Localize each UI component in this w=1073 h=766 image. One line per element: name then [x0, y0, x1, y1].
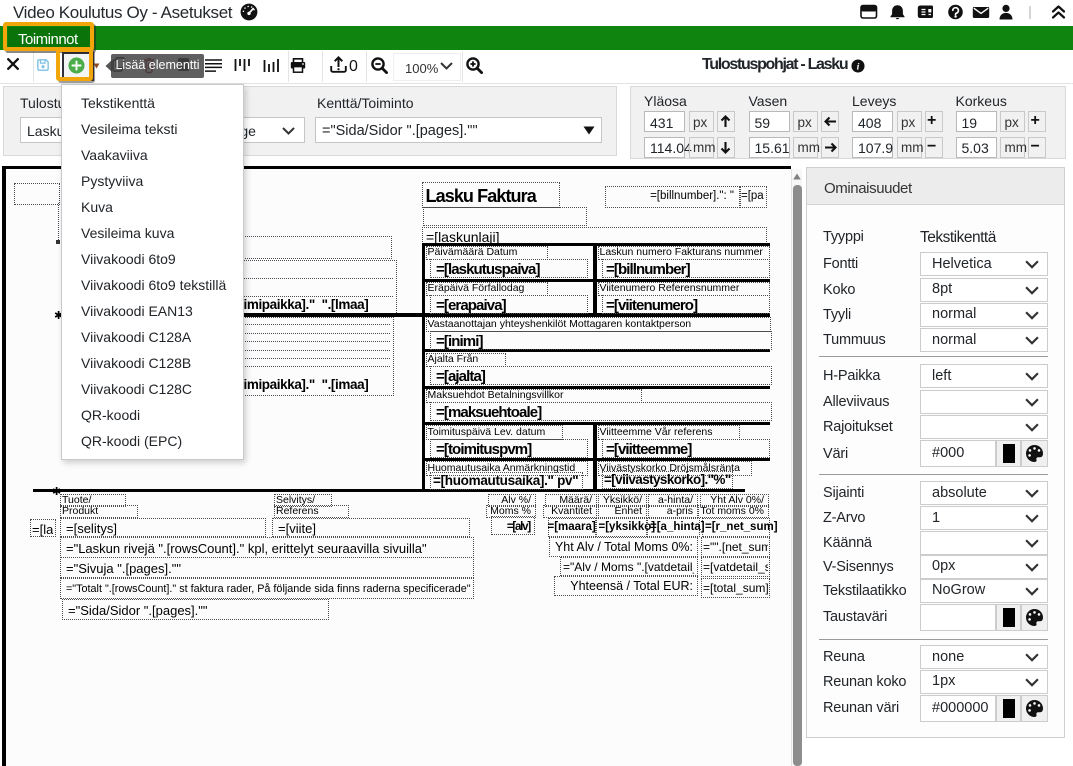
svg-text:i: i — [857, 61, 860, 72]
